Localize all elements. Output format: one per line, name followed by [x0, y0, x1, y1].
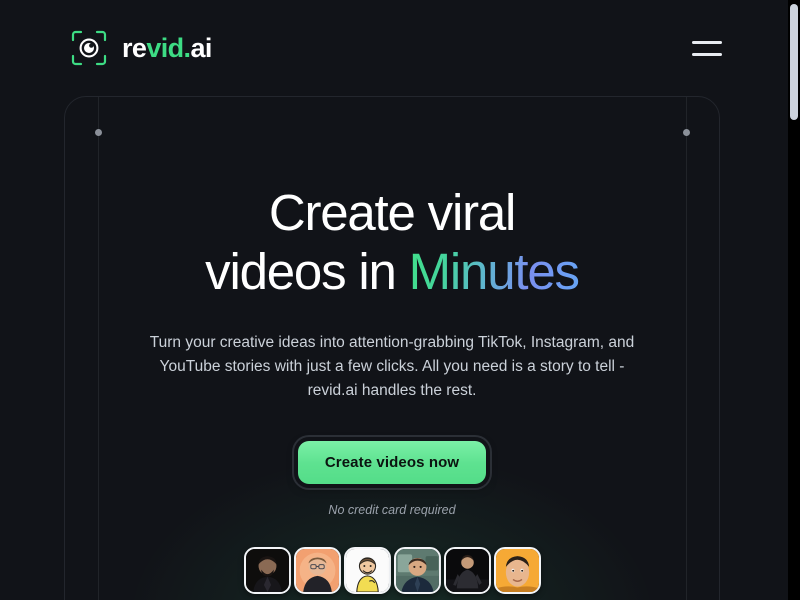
avatar-5[interactable]	[443, 547, 491, 594]
headline-line-2: videos in Minutes	[65, 246, 719, 297]
brand-logo[interactable]: revid.ai	[70, 29, 212, 67]
site-header: revid.ai	[0, 0, 788, 96]
hero-panel: Create viral videos in Minutes Turn your…	[64, 96, 720, 600]
hamburger-menu-icon[interactable]	[692, 37, 722, 59]
brand-text-ai: ai	[190, 32, 212, 63]
page-scrollbar-track[interactable]	[788, 0, 800, 600]
menu-bar-top	[692, 40, 722, 44]
headline-line-1: Create viral	[268, 184, 517, 241]
no-credit-card-note: No credit card required	[328, 503, 456, 517]
create-videos-now-button[interactable]: Create videos now	[297, 441, 487, 484]
avatar-3[interactable]	[343, 547, 391, 594]
avatar-1[interactable]	[243, 547, 291, 594]
hero-content: Create viral videos in Minutes Turn your…	[65, 97, 719, 600]
avatar-2[interactable]	[293, 547, 341, 594]
menu-bar-bottom	[692, 52, 722, 56]
brand-text-re: re	[122, 32, 147, 63]
brand-text-vid: vid	[146, 32, 184, 63]
avatar-6[interactable]	[493, 547, 541, 594]
brand-wordmark: revid.ai	[122, 32, 212, 63]
hero-headline: Create viral videos in Minutes	[65, 187, 719, 297]
headline-line-2-prefix: videos in	[205, 243, 409, 300]
camera-viewfinder-eye-icon	[70, 29, 108, 67]
page-viewport: revid.ai Create viral videos in Minutes …	[0, 0, 788, 600]
avatar-row	[65, 547, 719, 594]
headline-gradient-word: Minutes	[408, 243, 580, 300]
avatar-4[interactable]	[393, 547, 441, 594]
hero-subheadline: Turn your creative ideas into attention-…	[149, 334, 635, 399]
hero-cta-group: Create videos now No credit card require…	[65, 441, 719, 517]
page-scrollbar-thumb[interactable]	[790, 4, 798, 120]
